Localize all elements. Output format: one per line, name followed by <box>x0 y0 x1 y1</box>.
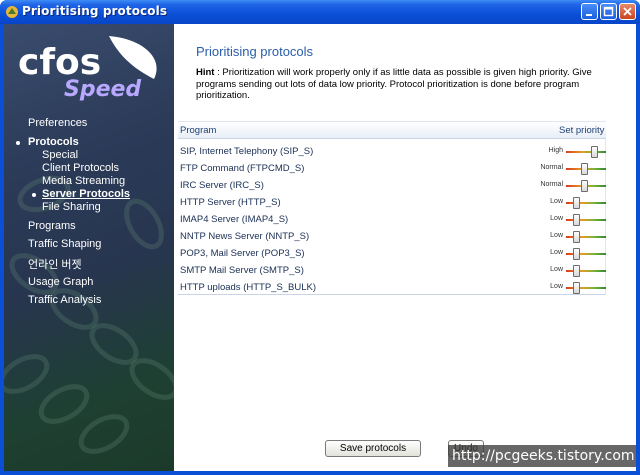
priority-level-label: Low <box>550 232 563 239</box>
protocol-name: NNTP News Server (NNTP_S) <box>180 231 310 242</box>
sidebar-item-client-protocols[interactable]: Client Protocols <box>42 162 119 174</box>
slider-thumb[interactable] <box>591 146 598 158</box>
protocol-row: HTTP Server (HTTP_S) Low <box>178 194 606 211</box>
column-header-program[interactable]: Program <box>180 125 216 136</box>
protocol-name: POP3, Mail Server (POP3_S) <box>180 248 305 259</box>
priority-level-label: High <box>548 147 563 154</box>
slider-track <box>566 270 606 272</box>
slider-track <box>566 202 606 204</box>
sidebar-item-preferences[interactable]: Preferences <box>28 117 87 129</box>
slider-track <box>566 287 606 289</box>
logo-text-speed: Speed <box>64 77 141 102</box>
priority-level-label: Normal <box>540 181 563 188</box>
window-title: Prioritising protocols <box>22 4 168 18</box>
slider-thumb[interactable] <box>573 231 580 243</box>
slider-thumb[interactable] <box>573 282 580 294</box>
main-panel: Prioritising protocols Hint : Prioritiza… <box>174 24 636 471</box>
close-button[interactable] <box>619 3 636 20</box>
priority-level-label: Low <box>550 198 563 205</box>
slider-track <box>566 236 606 238</box>
priority-level-label: Low <box>550 283 563 290</box>
cfos-speed-logo: cfos Speed <box>18 36 157 102</box>
hint-label: Hint <box>196 67 215 78</box>
slider-thumb[interactable] <box>573 248 580 260</box>
priority-slider[interactable] <box>566 197 606 209</box>
slider-track <box>566 219 606 221</box>
protocol-name: IMAP4 Server (IMAP4_S) <box>180 214 289 225</box>
protocol-row: IRC Server (IRC_S) Normal <box>178 177 606 194</box>
minimize-button[interactable] <box>581 3 598 20</box>
slider-thumb[interactable] <box>573 265 580 277</box>
sidebar-item-item-9[interactable]: 언라인 버젯 <box>28 256 82 272</box>
sidebar-item-special[interactable]: Special <box>42 149 78 161</box>
priority-slider[interactable] <box>566 231 606 243</box>
hint-body: : Prioritization will work properly only… <box>196 67 592 101</box>
sidebar-item-file-sharing[interactable]: File Sharing <box>42 201 101 213</box>
slider-track <box>566 151 606 153</box>
window-frame-bottom <box>0 471 640 475</box>
priority-slider[interactable] <box>566 146 606 158</box>
protocol-name: IRC Server (IRC_S) <box>180 180 264 191</box>
table-header: Program Set priority <box>178 121 606 139</box>
priority-slider[interactable] <box>566 214 606 226</box>
priority-level-label: Low <box>550 215 563 222</box>
protocol-row: POP3, Mail Server (POP3_S) Low <box>178 245 606 262</box>
protocol-row: SIP, Internet Telephony (SIP_S) High <box>178 143 606 160</box>
maximize-button[interactable] <box>600 3 617 20</box>
sidebar-item-traffic-shaping[interactable]: Traffic Shaping <box>28 238 101 250</box>
hint-text: Hint : Prioritization will work properly… <box>196 67 616 102</box>
protocol-name: FTP Command (FTPCMD_S) <box>180 163 305 174</box>
bullet-icon <box>16 141 20 145</box>
protocol-name: SMTP Mail Server (SMTP_S) <box>180 265 304 276</box>
title-bar[interactable]: Prioritising protocols <box>0 0 640 24</box>
protocol-name: HTTP Server (HTTP_S) <box>180 197 281 208</box>
protocol-name: SIP, Internet Telephony (SIP_S) <box>180 146 314 157</box>
column-header-set-priority[interactable]: Set priority <box>559 125 604 136</box>
sidebar: cfos Speed Preferences Protocols Special Cl… <box>4 24 174 471</box>
sidebar-item-traffic-analysis[interactable]: Traffic Analysis <box>28 294 101 306</box>
slider-track <box>566 253 606 255</box>
app-icon <box>6 6 18 18</box>
watermark-url: http://pcgeeks.tistory.com <box>448 445 636 467</box>
priority-slider[interactable] <box>566 282 606 294</box>
sidebar-item-server-protocols[interactable]: Server Protocols <box>42 188 130 200</box>
slider-thumb[interactable] <box>581 180 588 192</box>
sidebar-item-protocols[interactable]: Protocols <box>28 136 79 148</box>
priority-slider[interactable] <box>566 265 606 277</box>
priority-slider[interactable] <box>566 163 606 175</box>
priority-level-label: Normal <box>540 164 563 171</box>
protocol-row: HTTP uploads (HTTP_S_BULK) Low <box>178 279 606 296</box>
sidebar-item-media-streaming[interactable]: Media Streaming <box>42 175 125 187</box>
minimize-icon <box>586 14 592 16</box>
protocol-row: NNTP News Server (NNTP_S) Low <box>178 228 606 245</box>
close-icon <box>623 7 632 16</box>
protocol-row: SMTP Mail Server (SMTP_S) Low <box>178 262 606 279</box>
priority-level-label: Low <box>550 266 563 273</box>
priority-slider[interactable] <box>566 180 606 192</box>
sidebar-item-usage-graph[interactable]: Usage Graph <box>28 276 93 288</box>
priority-slider[interactable] <box>566 248 606 260</box>
slider-thumb[interactable] <box>573 214 580 226</box>
sidebar-item-programs[interactable]: Programs <box>28 220 76 232</box>
protocol-name: HTTP uploads (HTTP_S_BULK) <box>180 282 317 293</box>
slider-thumb[interactable] <box>581 163 588 175</box>
protocol-row: FTP Command (FTPCMD_S) Normal <box>178 160 606 177</box>
protocol-row: IMAP4 Server (IMAP4_S) Low <box>178 211 606 228</box>
save-protocols-button[interactable]: Save protocols <box>325 440 421 457</box>
slider-thumb[interactable] <box>573 197 580 209</box>
maximize-icon <box>603 6 614 17</box>
priority-level-label: Low <box>550 249 563 256</box>
page-title: Prioritising protocols <box>196 44 314 59</box>
bullet-icon <box>32 193 36 197</box>
